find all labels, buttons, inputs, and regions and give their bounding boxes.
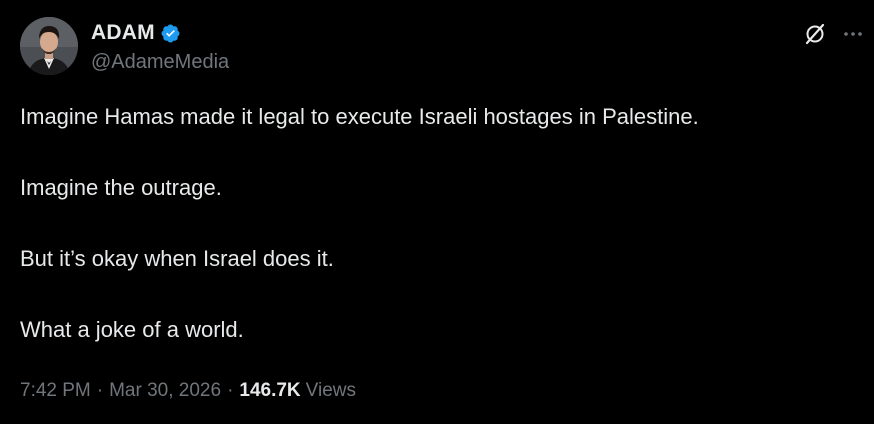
tweet-time-link[interactable]: 7:42 PM <box>20 380 91 402</box>
tweet-card: ADAM @AdameMedia Imagine Hamas made it l… <box>0 0 874 424</box>
avatar-image <box>20 17 78 75</box>
verified-badge-icon[interactable] <box>160 23 181 44</box>
views-label[interactable]: Views <box>306 380 356 402</box>
meta-separator: · <box>96 380 104 401</box>
grok-icon[interactable] <box>803 22 827 46</box>
tweet-paragraph: Imagine the outrage. <box>20 175 222 200</box>
tweet-paragraph: Imagine Hamas made it legal to execute I… <box>20 104 699 129</box>
meta-separator: · <box>227 380 234 401</box>
views-count[interactable]: 146.7K <box>239 380 300 402</box>
author-handle[interactable]: @AdameMedia <box>91 51 229 74</box>
author-name-row[interactable]: ADAM <box>91 20 181 46</box>
author-avatar[interactable] <box>20 17 78 75</box>
tweet-paragraph: What a joke of a world. <box>20 317 244 342</box>
tweet-metadata: 7:42 PM · Mar 30, 2026 · 146.7K Views <box>20 378 356 404</box>
more-options-icon[interactable] <box>841 22 865 46</box>
author-name[interactable]: ADAM <box>91 21 155 45</box>
tweet-date-link[interactable]: Mar 30, 2026 <box>109 380 221 402</box>
tweet-paragraph: But it’s okay when Israel does it. <box>20 246 334 271</box>
tweet-text: Imagine Hamas made it legal to execute I… <box>20 102 850 345</box>
